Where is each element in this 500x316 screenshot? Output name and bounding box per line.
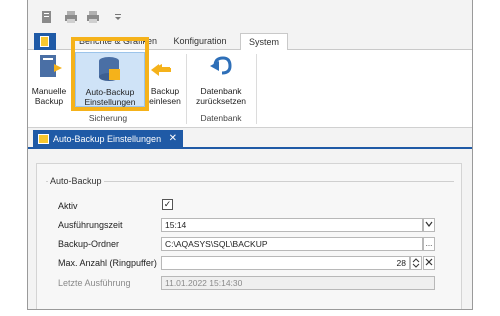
- close-icon[interactable]: ✕: [169, 130, 177, 148]
- clear-icon: [425, 258, 433, 266]
- undo-icon: [206, 52, 236, 84]
- manual-backup-label: Manuelle Backup: [31, 86, 67, 106]
- print-preview-icon[interactable]: [86, 10, 100, 24]
- db-reset-button[interactable]: Datenbank zurücksetzen: [191, 52, 251, 106]
- document-tab-auto-backup[interactable]: Auto-Backup Einstellungen ✕: [33, 130, 183, 149]
- anzahl-label: Max. Anzahl (Ringpuffer): [58, 258, 157, 268]
- fieldset-legend: Auto-Backup: [48, 176, 104, 186]
- zeit-label: Ausführungszeit: [58, 220, 123, 230]
- tab-system[interactable]: System: [240, 33, 288, 51]
- ordner-browse-button[interactable]: ...: [423, 237, 435, 251]
- document-tab-title: Auto-Backup Einstellungen: [53, 134, 162, 144]
- backup-einlesen-button[interactable]: Backup einlesen: [144, 52, 186, 106]
- aktiv-label: Aktiv: [58, 201, 78, 211]
- letzte-label: Letzte Ausführung: [58, 278, 131, 288]
- backup-einlesen-label: Backup einlesen: [149, 86, 181, 106]
- db-reset-label: Datenbank zurücksetzen: [195, 86, 247, 106]
- zeit-input[interactable]: 15:14: [161, 218, 423, 232]
- tab-konfiguration[interactable]: Konfiguration: [168, 33, 232, 50]
- arrow-left-icon: [151, 64, 171, 76]
- aktiv-checkbox[interactable]: ✓: [162, 199, 173, 210]
- file-icon: [40, 36, 49, 47]
- manual-backup-icon: [34, 52, 64, 84]
- customize-dropdown-icon[interactable]: [114, 10, 122, 24]
- ordner-label: Backup-Ordner: [58, 239, 120, 249]
- anzahl-clear-button[interactable]: [423, 256, 435, 270]
- quick-access-toolbar: [28, 0, 472, 32]
- anzahl-input[interactable]: 28: [161, 256, 410, 270]
- anzahl-spinner[interactable]: [410, 256, 422, 270]
- letzte-input: 11.01.2022 15:14:30: [161, 276, 435, 290]
- document-tab-bar: Auto-Backup Einstellungen ✕: [28, 128, 472, 149]
- group-separator: [186, 54, 187, 124]
- settings-doc-icon: [38, 134, 49, 144]
- group-separator: [256, 54, 257, 124]
- group-label-datenbank: Datenbank: [200, 113, 242, 123]
- chevron-down-icon: [425, 221, 433, 227]
- spinner-arrows-icon: [412, 258, 420, 268]
- file-menu-button[interactable]: [34, 33, 56, 50]
- ordner-input[interactable]: C:\AQASYS\SQL\BACKUP: [161, 237, 423, 251]
- highlight-frame: [71, 37, 149, 111]
- print-icon[interactable]: [64, 10, 78, 24]
- group-label-sicherung: Sicherung: [88, 113, 128, 123]
- document-icon[interactable]: [40, 10, 54, 24]
- manual-backup-button[interactable]: Manuelle Backup: [30, 52, 68, 106]
- app-window: Berichte & Grafiken Konfiguration System…: [27, 0, 473, 310]
- zeit-dropdown-button[interactable]: [423, 218, 435, 232]
